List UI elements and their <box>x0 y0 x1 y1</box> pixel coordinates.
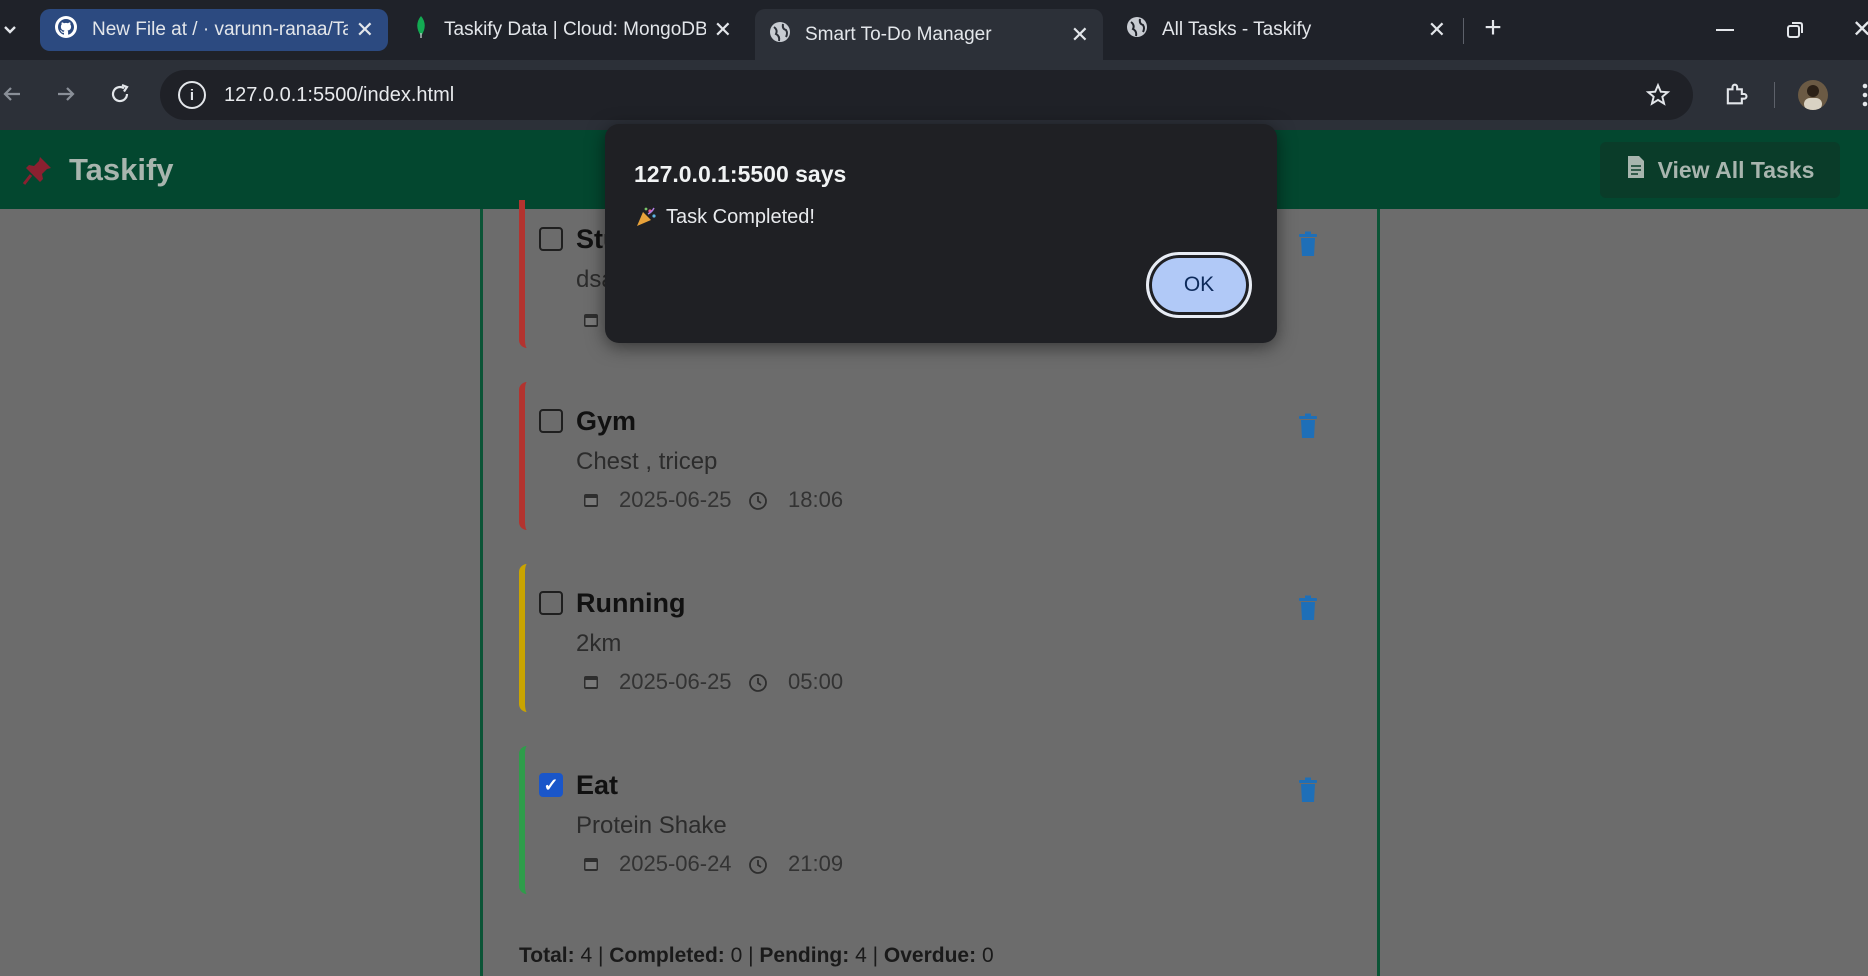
stats-total-label: Total: <box>519 944 575 967</box>
stats-overdue-label: Overdue: <box>883 944 977 967</box>
task-due-date: 2025-06-24 <box>619 851 732 876</box>
pushpin-icon <box>22 154 54 186</box>
close-tab-icon[interactable]: ✕ <box>1071 22 1089 48</box>
delete-task-trash-icon[interactable] <box>1298 413 1318 439</box>
url-text: 127.0.0.1:5500/index.html <box>224 83 455 106</box>
reload-icon[interactable] <box>108 82 132 106</box>
dialog-ok-button[interactable]: OK <box>1146 252 1252 318</box>
clock-icon <box>748 491 768 511</box>
site-info-icon[interactable]: i <box>178 81 206 109</box>
view-all-tasks-label: View All Tasks <box>1657 156 1815 183</box>
task-title: Eat <box>576 770 619 800</box>
task-description: Chest , tricep <box>576 448 718 475</box>
restore-window-icon[interactable] <box>1786 21 1804 39</box>
view-all-tasks-button[interactable]: View All Tasks <box>1600 142 1840 198</box>
task-title: Running <box>576 588 686 618</box>
close-tab-icon[interactable]: ✕ <box>356 17 374 43</box>
tab-all-tasks[interactable]: All Tasks - Taskify ✕ <box>1112 9 1460 51</box>
tab-separator <box>1463 18 1464 44</box>
bookmark-star-icon[interactable] <box>1645 82 1671 108</box>
app-brand[interactable]: Taskify <box>69 152 174 188</box>
task-due-date: 2025-06-25 <box>619 487 732 512</box>
close-tab-icon[interactable]: ✕ <box>1428 17 1446 43</box>
stats-completed-value: 0 <box>730 944 743 967</box>
calendar-icon <box>582 311 600 329</box>
new-tab-icon[interactable]: + <box>1478 13 1508 44</box>
document-icon <box>1626 155 1646 185</box>
tab-mongodb[interactable]: Taskify Data | Cloud: MongoDB ✕ <box>398 9 746 51</box>
party-popper-icon <box>635 206 657 228</box>
tab-title: New File at / · varunn-ranaa/Tas <box>92 19 348 40</box>
profile-avatar[interactable] <box>1798 80 1828 110</box>
task-due-time: 18:06 <box>788 487 844 512</box>
globe-icon <box>769 21 791 49</box>
stats-pending-label: Pending: <box>759 944 850 967</box>
task-due-time: 05:00 <box>788 669 844 694</box>
tab-github[interactable]: New File at / · varunn-ranaa/Tas ✕ <box>40 9 388 51</box>
task-description: Protein Shake <box>576 812 727 839</box>
browser-tab-strip: New File at / · varunn-ranaa/Tas ✕ Taski… <box>0 0 1868 60</box>
task-title: Gym <box>576 406 637 436</box>
tab-title: Smart To-Do Manager <box>805 23 992 45</box>
delete-task-trash-icon[interactable] <box>1298 231 1318 257</box>
tab-smart-todo[interactable]: Smart To-Do Manager ✕ <box>755 9 1103 60</box>
task-complete-checkbox[interactable] <box>539 227 563 251</box>
tab-title: All Tasks - Taskify <box>1162 19 1312 40</box>
task-due-time: 21:09 <box>788 851 844 876</box>
dialog-message: Task Completed! <box>666 206 815 228</box>
close-tab-icon[interactable]: ✕ <box>714 17 732 43</box>
calendar-icon <box>582 855 600 873</box>
task-complete-checkbox[interactable] <box>539 409 563 433</box>
task-due-date: 2025-06-25 <box>619 669 732 694</box>
stats-total-value: 4 <box>580 944 593 967</box>
stats-overdue-value: 0 <box>981 944 994 967</box>
back-arrow-icon[interactable] <box>0 82 24 106</box>
delete-task-trash-icon[interactable] <box>1298 777 1318 803</box>
clock-icon <box>748 855 768 875</box>
globe-icon <box>1126 16 1148 44</box>
clock-icon <box>748 673 768 693</box>
tab-title: Taskify Data | Cloud: MongoDB <box>444 19 706 40</box>
mongodb-leaf-icon <box>412 15 430 45</box>
dialog-origin-title: 127.0.0.1:5500 says <box>634 161 847 187</box>
task-description: 2km <box>576 630 622 657</box>
calendar-icon <box>582 491 600 509</box>
task-complete-checkbox[interactable] <box>539 591 563 615</box>
stats-completed-label: Completed: <box>609 944 725 967</box>
task-complete-checkbox[interactable]: ✓ <box>539 773 563 797</box>
github-icon <box>54 15 78 45</box>
stats-pending-value: 4 <box>855 944 867 967</box>
toolbar-divider <box>1774 82 1775 108</box>
address-bar[interactable]: i 127.0.0.1:5500/index.html <box>160 70 1693 120</box>
task-stats: Total: 4 | Completed: 0 | Pending: 4 | O… <box>519 944 994 967</box>
calendar-icon <box>582 673 600 691</box>
minimize-window-icon[interactable] <box>1716 29 1734 31</box>
close-window-icon[interactable]: ✕ <box>1852 18 1868 42</box>
browser-menu-icon[interactable] <box>1862 82 1868 108</box>
extensions-puzzle-icon[interactable] <box>1722 80 1750 108</box>
delete-task-trash-icon[interactable] <box>1298 595 1318 621</box>
forward-arrow-icon[interactable] <box>54 82 78 106</box>
tab-search-chevron-icon[interactable] <box>2 20 18 40</box>
